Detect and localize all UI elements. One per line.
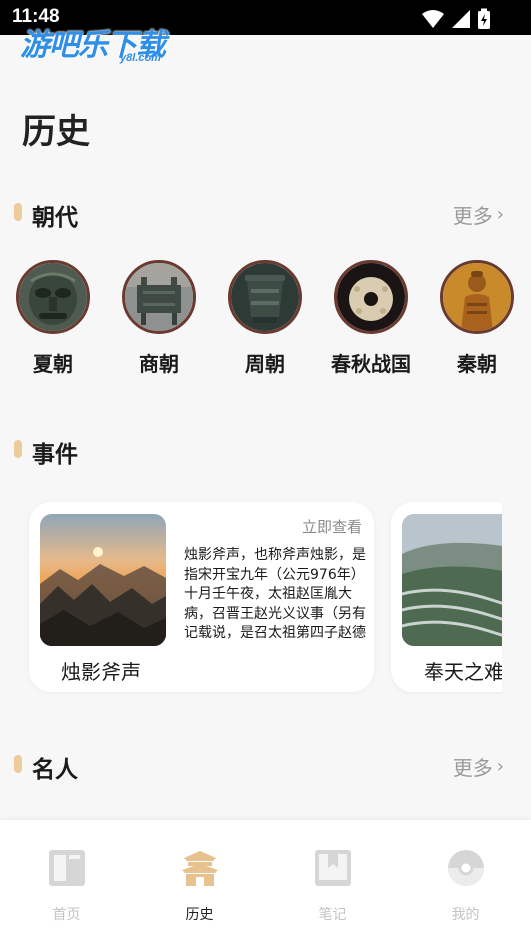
wifi-icon [422,10,444,28]
bookmark-note-icon [314,850,351,886]
event-carousel[interactable]: 立即查看 烛影斧声，也称斧声烛影，是指宋开宝九年（公元976年）十月壬午夜，太祖… [0,500,502,695]
event-card[interactable]: 奉天之难 [391,502,502,692]
dynasty-item-chunqiu[interactable]: 春秋战国 [318,260,424,377]
dynasty-label: 商朝 [139,352,179,376]
dynasty-label: 夏朝 [33,352,73,376]
people-more-link[interactable]: 更多 › [453,752,504,781]
tab-history[interactable]: 历史 [133,848,266,924]
dynasty-item-qin[interactable]: 秦朝 [424,260,530,377]
status-icons [421,8,491,30]
section-accent-bar [14,440,22,458]
watermark-logo: 游吧乐下载 y8l.com [20,20,190,68]
tab-home[interactable]: 首页 [0,848,133,924]
event-section-header: 事件 [14,435,504,468]
bronze-ding-icon [122,260,196,334]
people-section-title: 名人 [32,757,78,783]
page-title: 历史 [22,112,90,152]
people-section-header: 名人 更多 › [14,750,504,783]
dynasty-section-header: 朝代 更多 › [14,198,504,231]
battery-icon [478,8,490,29]
tab-label: 笔记 [318,907,347,923]
dynasty-list: 夏朝 商朝 周朝 春秋战国 秦朝 [0,260,531,380]
section-accent-bar [14,755,22,773]
bronze-vessel-icon [228,260,302,334]
tab-profile[interactable]: 我的 [399,848,531,924]
profile-ball-icon [447,850,484,886]
chevron-right-icon: › [496,204,504,225]
chevron-right-icon: › [496,756,504,777]
event-image-sunrise [40,514,166,646]
dynasty-item-zhou[interactable]: 周朝 [212,260,318,377]
tab-label: 我的 [451,907,480,923]
home-book-icon [48,850,85,886]
view-now-button[interactable]: 立即查看 [302,516,362,537]
dynasty-label: 春秋战国 [331,352,411,376]
tab-label: 首页 [52,907,81,923]
event-description: 烛影斧声，也称斧声烛影，是指宋开宝九年（公元976年）十月壬午夜，太祖赵匡胤大病… [184,547,366,641]
tab-label: 历史 [185,907,214,923]
dynasty-label: 周朝 [245,352,285,376]
jade-bi-disc-icon [334,260,408,334]
dynasty-item-xia[interactable]: 夏朝 [0,260,106,377]
event-title: 烛影斧声 [61,660,141,684]
terracotta-warrior-icon [440,260,514,334]
more-label: 更多 [452,204,493,228]
tab-notes[interactable]: 笔记 [266,848,399,924]
dynasty-section-title: 朝代 [32,205,78,231]
palace-icon [181,851,218,886]
dynasty-item-shang[interactable]: 商朝 [106,260,212,377]
signal-icon [452,10,470,28]
dynasty-more-link[interactable]: 更多 › [453,200,504,229]
dynasty-label: 秦朝 [457,352,497,376]
watermark-sub: y8l.com [120,52,161,64]
bottom-tab-bar: 首页 历史 笔记 我的 [0,820,531,944]
event-section-title: 事件 [32,442,78,468]
section-accent-bar [14,203,22,221]
event-card[interactable]: 立即查看 烛影斧声，也称斧声烛影，是指宋开宝九年（公元976年）十月壬午夜，太祖… [29,502,374,692]
event-image-terraces [402,514,502,646]
bronze-mask-icon [16,260,90,334]
more-label: 更多 [452,756,493,780]
event-title: 奉天之难 [424,660,502,684]
